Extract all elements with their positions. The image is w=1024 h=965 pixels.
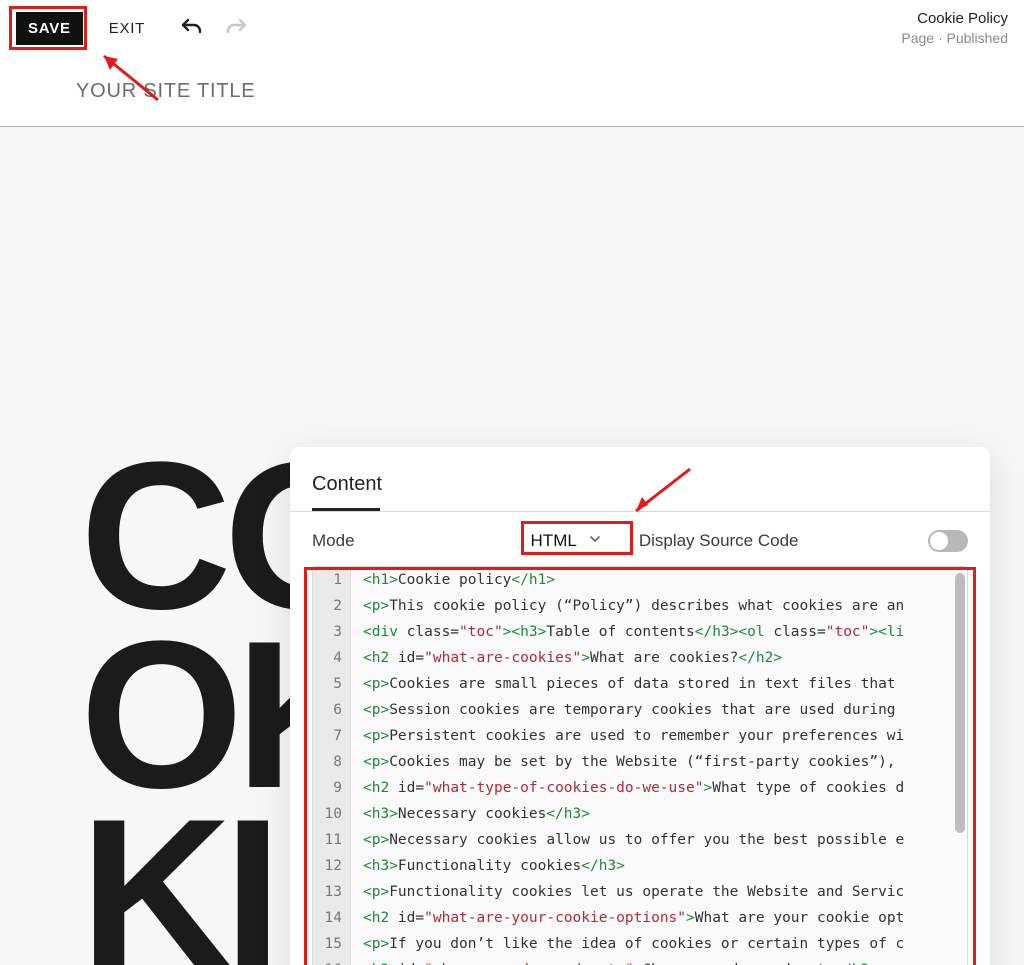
- panel-tab-content[interactable]: Content: [312, 465, 968, 510]
- line-number: 1: [313, 567, 351, 593]
- line-number: 16: [313, 957, 351, 965]
- code-line[interactable]: 5<p>Cookies are small pieces of data sto…: [313, 671, 967, 697]
- toggle-knob: [930, 532, 948, 550]
- code-line[interactable]: 4<h2 id="what-are-cookies">What are cook…: [313, 645, 967, 671]
- code-text[interactable]: <h2 id="changes-and-amendments">Changes …: [351, 957, 967, 965]
- code-text[interactable]: <p>Functionality cookies let us operate …: [351, 879, 967, 905]
- code-line[interactable]: 14<h2 id="what-are-your-cookie-options">…: [313, 905, 967, 931]
- code-text[interactable]: <h2 id="what-are-cookies">What are cooki…: [351, 645, 967, 671]
- code-line[interactable]: 3<div class="toc"><h3>Table of contents<…: [313, 619, 967, 645]
- line-number: 9: [313, 775, 351, 801]
- code-text[interactable]: <p>Session cookies are temporary cookies…: [351, 697, 967, 723]
- page-stage: CO OK KI Content Mode HTML Display Sourc…: [0, 127, 1024, 965]
- undo-icon[interactable]: [179, 16, 203, 40]
- line-number: 7: [313, 723, 351, 749]
- content-panel: Content Mode HTML Display Source Code 1<…: [290, 447, 990, 965]
- line-number: 5: [313, 671, 351, 697]
- line-number: 3: [313, 619, 351, 645]
- chevron-down-icon: [587, 531, 603, 552]
- line-number: 8: [313, 749, 351, 775]
- code-line[interactable]: 2<p>This cookie policy (“Policy”) descri…: [313, 593, 967, 619]
- page-info: Cookie Policy Page · Published: [901, 9, 1008, 47]
- line-number: 10: [313, 801, 351, 827]
- page-status: Page · Published: [901, 29, 1008, 47]
- code-line[interactable]: 9<h2 id="what-type-of-cookies-do-we-use"…: [313, 775, 967, 801]
- redo-icon[interactable]: [225, 16, 249, 40]
- code-line[interactable]: 8<p>Cookies may be set by the Website (“…: [313, 749, 967, 775]
- mode-value: HTML: [531, 531, 577, 551]
- mode-select[interactable]: HTML: [531, 531, 603, 552]
- code-line[interactable]: 15<p>If you don’t like the idea of cooki…: [313, 931, 967, 957]
- code-text[interactable]: <div class="toc"><h3>Table of contents</…: [351, 619, 967, 645]
- code-line[interactable]: 11<p>Necessary cookies allow us to offer…: [313, 827, 967, 853]
- display-source-toggle[interactable]: [928, 530, 968, 552]
- code-text[interactable]: <h3>Functionality cookies</h3>: [351, 853, 967, 879]
- code-line[interactable]: 10<h3>Necessary cookies</h3>: [313, 801, 967, 827]
- code-line[interactable]: 7<p>Persistent cookies are used to remem…: [313, 723, 967, 749]
- line-number: 14: [313, 905, 351, 931]
- code-text[interactable]: <p>Cookies are small pieces of data stor…: [351, 671, 967, 697]
- code-line[interactable]: 6<p>Session cookies are temporary cookie…: [313, 697, 967, 723]
- line-number: 12: [313, 853, 351, 879]
- code-line[interactable]: 16<h2 id="changes-and-amendments">Change…: [313, 957, 967, 965]
- line-number: 15: [313, 931, 351, 957]
- site-title[interactable]: YOUR SITE TITLE: [76, 80, 255, 103]
- line-number: 6: [313, 697, 351, 723]
- line-number: 2: [313, 593, 351, 619]
- code-text[interactable]: <p>Cookies may be set by the Website (“f…: [351, 749, 967, 775]
- mode-row: Mode HTML Display Source Code: [312, 526, 968, 566]
- exit-button[interactable]: EXIT: [103, 19, 151, 38]
- save-button[interactable]: SAVE: [16, 12, 83, 45]
- code-text[interactable]: <h2 id="what-type-of-cookies-do-we-use">…: [351, 775, 967, 801]
- mode-label: Mode: [312, 531, 355, 551]
- code-text[interactable]: <p>This cookie policy (“Policy”) describ…: [351, 593, 967, 619]
- code-line[interactable]: 12<h3>Functionality cookies</h3>: [313, 853, 967, 879]
- code-text[interactable]: <p>Persistent cookies are used to rememb…: [351, 723, 967, 749]
- code-editor[interactable]: 1<h1>Cookie policy</h1>2<p>This cookie p…: [312, 566, 968, 965]
- code-text[interactable]: <p>Necessary cookies allow us to offer y…: [351, 827, 967, 853]
- code-text[interactable]: <h1>Cookie policy</h1>: [351, 567, 967, 593]
- page-title: Cookie Policy: [901, 9, 1008, 29]
- code-line[interactable]: 1<h1>Cookie policy</h1>: [313, 567, 967, 593]
- line-number: 11: [313, 827, 351, 853]
- code-text[interactable]: <h2 id="what-are-your-cookie-options">Wh…: [351, 905, 967, 931]
- site-title-bar: YOUR SITE TITLE: [0, 56, 1024, 126]
- panel-divider: [290, 511, 990, 512]
- editor-vertical-scrollbar[interactable]: [955, 573, 965, 833]
- code-text[interactable]: <p>If you don’t like the idea of cookies…: [351, 931, 967, 957]
- code-text[interactable]: <h3>Necessary cookies</h3>: [351, 801, 967, 827]
- display-source-label: Display Source Code: [639, 531, 799, 551]
- code-line[interactable]: 13<p>Functionality cookies let us operat…: [313, 879, 967, 905]
- line-number: 13: [313, 879, 351, 905]
- top-toolbar: SAVE EXIT Cookie Policy Page · Published: [0, 0, 1024, 56]
- line-number: 4: [313, 645, 351, 671]
